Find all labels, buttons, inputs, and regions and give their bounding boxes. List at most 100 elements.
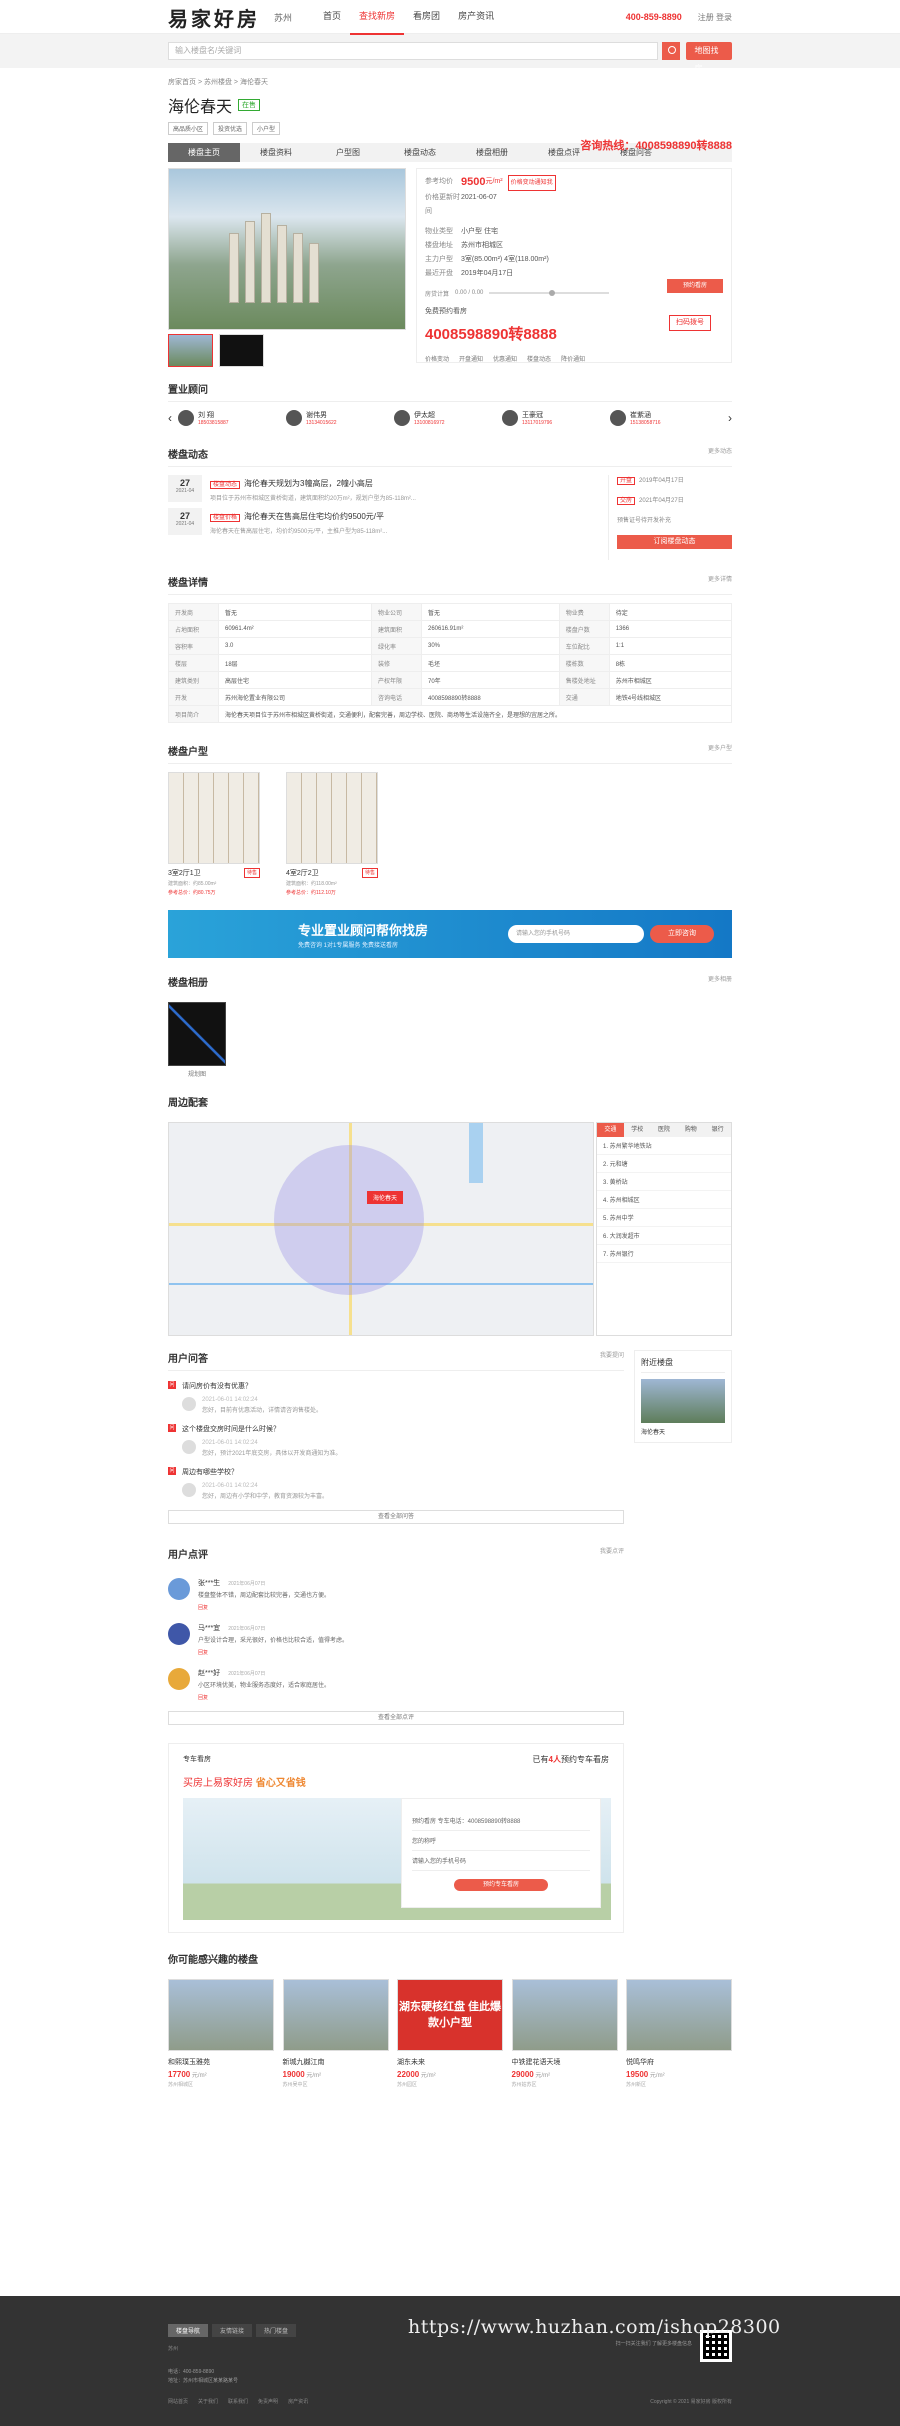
surroundings-map[interactable]: 海伦春天 [168, 1122, 594, 1336]
poi-item[interactable]: 6. 大润发超市 [597, 1227, 731, 1245]
name-field[interactable]: 您的称呼 [412, 1831, 590, 1851]
comment-more-button[interactable]: 查看全部点评 [168, 1711, 624, 1725]
main-photo[interactable] [168, 168, 406, 330]
search-icon[interactable] [662, 42, 681, 60]
footer-nav-link[interactable]: 联系我们 [228, 2398, 248, 2405]
recommend-card[interactable]: 湖东硬核红盘 佳此爆款小户型 湖东未来 22000 元/m² 苏州园区 [397, 1979, 503, 2088]
floorplan-card[interactable]: 3室2厅1卫 待售 建筑面积：约85.00m² 参考总价：约80.75万 [168, 772, 260, 896]
recommend-card[interactable]: 悦鸣华府 19500 元/m² 苏州新区 [626, 1979, 732, 2088]
notify-checkbox[interactable]: 开盘通知 [459, 354, 483, 363]
poi-tab[interactable]: 学校 [624, 1123, 651, 1137]
phone-field[interactable]: 请输入您的手机号码 [412, 1851, 590, 1871]
tab-layout[interactable]: 户型图 [312, 143, 384, 162]
price-notify-button[interactable]: 价格变动通知我 [507, 175, 556, 191]
map-marker[interactable]: 海伦春天 [367, 1191, 404, 1204]
recommend-card[interactable]: 新城九樾江南 19000 元/m² 苏州吴中区 [282, 1979, 389, 2088]
recommend-card[interactable]: 中铁建花语天境 29000 元/m² 苏州姑苏区 [511, 1979, 618, 2088]
qa-more-button[interactable]: 查看全部问答 [168, 1510, 624, 1524]
section-title: 楼盘详情 [168, 578, 208, 589]
ask-button[interactable]: 我要提问 [600, 1350, 624, 1365]
tab-home[interactable]: 楼盘主页 [168, 143, 240, 162]
reply-link[interactable]: 回复 [198, 1604, 330, 1611]
poi-tab[interactable]: 购物 [677, 1123, 704, 1137]
notify-checkbox[interactable]: 价格变动 [425, 354, 449, 363]
footer-tab[interactable]: 友情链接 [212, 2324, 253, 2337]
nav-home[interactable]: 首页 [314, 0, 350, 35]
agent-card[interactable]: 谢伟男 13134015622 [286, 410, 388, 426]
footer-nav-link[interactable]: 免责声明 [258, 2398, 278, 2405]
detail-row: 开发商 暂无 物业公司 暂无 物业费 待定 [168, 603, 733, 621]
subscribe-news-button[interactable]: 订阅楼盘动态 [617, 535, 732, 549]
detail-row: 容积率 3.0 绿化率 30% 车位配比 1:1 [168, 637, 733, 655]
news-item[interactable]: 27 2021-04 楼盘动态 海伦春天规划为3幢高层，2幢小高层 项目位于苏州市相城区… [168, 475, 596, 502]
news-item[interactable]: 27 2021-04 楼盘价格 海伦春天在售高层住宅均价约9500元/平 海伦春天在售高… [168, 508, 596, 535]
chevron-left-icon[interactable]: ‹ [168, 411, 172, 425]
consult-phone-input[interactable]: 请输入您的手机号码 [508, 925, 644, 943]
footer-nav-link[interactable]: 关于我们 [198, 2398, 218, 2405]
poi-item[interactable]: 2. 元和塘 [597, 1155, 731, 1173]
qa-item[interactable]: 问周边有哪些学校？ 2021-06-01 14:02:24 您好，周边有小学和中学，… [168, 1467, 624, 1500]
book-car-button[interactable]: 预约专车看房 [454, 1879, 548, 1891]
qa-item[interactable]: 问请问房价有没有优惠？ 2021-06-01 14:02:24 您好，目前有优惠活动… [168, 1381, 624, 1414]
call-button[interactable]: 扫码拨号 [669, 315, 711, 331]
photo-thumb[interactable] [219, 334, 264, 367]
poi-tab[interactable]: 交通 [597, 1123, 624, 1137]
detail-row: 建筑类别 高层住宅 产权年限 70年 售楼处地址 苏州市相城区 [168, 671, 733, 689]
poi-tab[interactable]: 银行 [704, 1123, 731, 1137]
notify-checkbox[interactable]: 楼盘动态 [527, 354, 551, 363]
nav-newhouse[interactable]: 查找新房 [350, 0, 405, 35]
qa-item[interactable]: 问这个楼盘交房时间是什么时候？ 2021-06-01 14:02:24 您好，预计2… [168, 1424, 624, 1457]
tab-info[interactable]: 楼盘资料 [240, 143, 312, 162]
poi-item[interactable]: 3. 黄桥站 [597, 1173, 731, 1191]
detail-value: 70年 [420, 671, 560, 689]
login-link[interactable]: 注册 登录 [698, 12, 732, 23]
avatar [394, 410, 410, 426]
detail-key: 楼栋数 [558, 654, 610, 672]
nearby-photo[interactable] [641, 1379, 725, 1423]
chevron-right-icon[interactable]: › [728, 411, 732, 425]
poi-item[interactable]: 5. 苏州中学 [597, 1209, 731, 1227]
nav-tour[interactable]: 看房团 [404, 0, 449, 35]
house-more-link[interactable]: 更多户型 [708, 743, 732, 758]
agent-card[interactable]: 刘 翔 18503815887 [178, 410, 280, 426]
loan-slider[interactable] [489, 290, 610, 296]
detail-more-link[interactable]: 更多详情 [708, 574, 732, 589]
agent-card[interactable]: 崔紫涵 15138058716 [610, 410, 712, 426]
consult-button[interactable]: 立即咨询 [650, 925, 714, 943]
breadcrumb[interactable]: 房家首页 > 苏州楼盘 > 海伦春天 [168, 77, 732, 87]
poi-item[interactable]: 1. 苏州繁华地铁站 [597, 1137, 731, 1155]
recommend-card[interactable]: 和熙璞玉雅苑 17700 元/m² 苏州相城区 [168, 1979, 274, 2088]
review-button[interactable]: 我要点评 [600, 1546, 624, 1561]
notify-checkbox[interactable]: 优惠通知 [493, 354, 517, 363]
news-more-link[interactable]: 更多动态 [708, 446, 732, 461]
reply-link[interactable]: 回复 [198, 1694, 330, 1701]
poi-item[interactable]: 7. 苏州银行 [597, 1245, 731, 1263]
floorplan-card[interactable]: 4室2厅2卫 待售 建筑面积：约118.00m² 参考总价：约112.10万 [286, 772, 378, 896]
nav-news[interactable]: 房产资讯 [449, 0, 503, 35]
tab-album[interactable]: 楼盘相册 [456, 143, 528, 162]
site-header: 易家好房 苏州 首页 查找新房 看房团 房产资讯 400-859-8890 注册… [0, 0, 900, 35]
footer-tab[interactable]: 热门楼盘 [256, 2324, 297, 2337]
section-title: 楼盘相册 [168, 978, 208, 989]
footer-nav-link[interactable]: 网站首页 [168, 2398, 188, 2405]
site-logo[interactable]: 易家好房 [168, 3, 260, 32]
album-more-link[interactable]: 更多相册 [708, 974, 732, 989]
city-selector[interactable]: 苏州 [274, 11, 292, 24]
poi-item[interactable]: 4. 苏州相城区 [597, 1191, 731, 1209]
avatar [178, 410, 194, 426]
reply-link[interactable]: 回复 [198, 1649, 348, 1656]
footer-tab[interactable]: 楼盘导航 [168, 2324, 209, 2337]
footer-nav-link[interactable]: 房产资讯 [288, 2398, 308, 2405]
photo-thumb[interactable] [168, 334, 213, 367]
search-input[interactable]: 输入楼盘名/关键词 [168, 42, 658, 60]
album-photo[interactable] [168, 1002, 226, 1066]
detail-key: 容积率 [168, 637, 219, 655]
notify-checkbox[interactable]: 降价通知 [561, 354, 585, 363]
map-search-button[interactable]: 地图找房 [686, 42, 732, 73]
book-tour-button[interactable]: 预约看房 [667, 279, 723, 293]
agent-card[interactable]: 伊太超 13100816972 [394, 410, 496, 426]
info-panel: 参考均价 9500 元/m² 价格变动通知我 价格更新时间 2021-06-07 物业类… [416, 168, 732, 363]
agent-card[interactable]: 王豪冠 13117019796 [502, 410, 604, 426]
poi-tab[interactable]: 医院 [651, 1123, 678, 1137]
tab-news[interactable]: 楼盘动态 [384, 143, 456, 162]
